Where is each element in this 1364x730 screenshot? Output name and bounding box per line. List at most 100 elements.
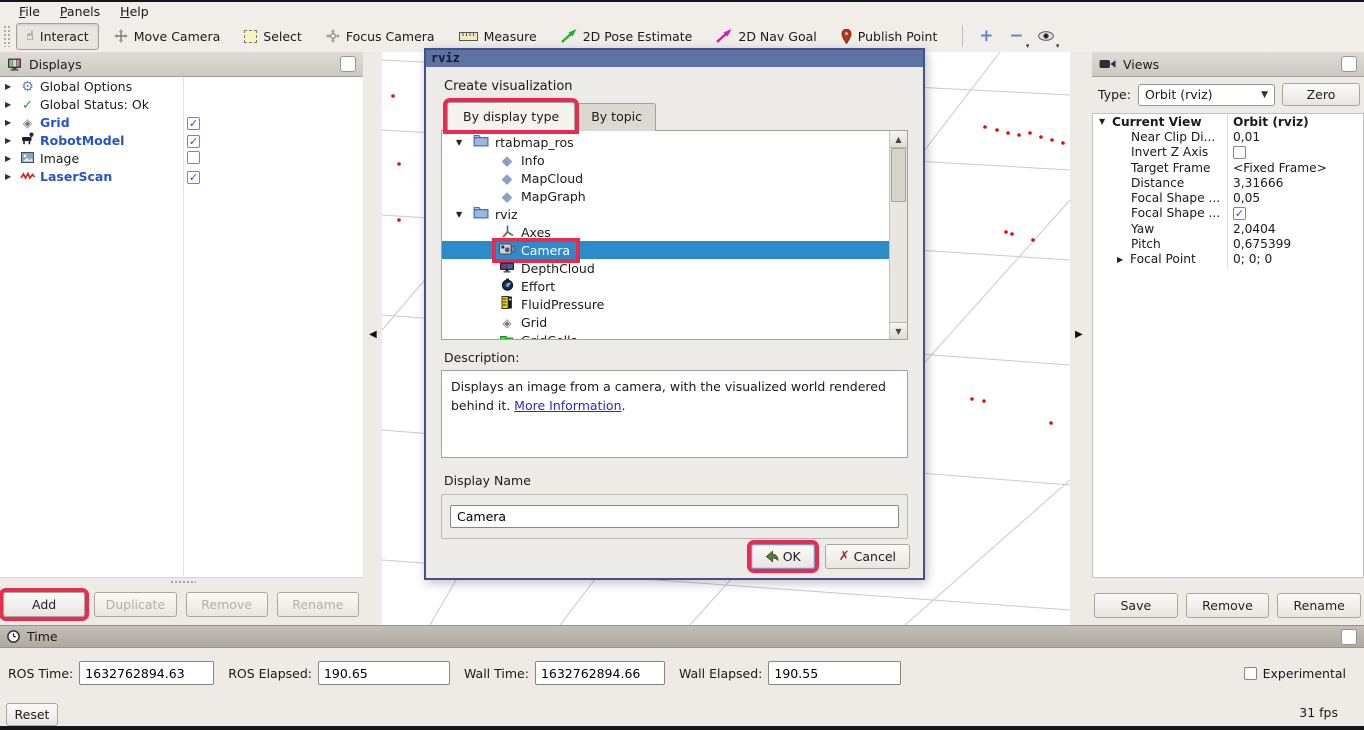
scroll-down-icon[interactable]: ▼ [890, 322, 907, 339]
view-property-row[interactable]: ▼Current ViewOrbit (rviz) [1093, 114, 1363, 129]
more-information-link[interactable]: More Information [514, 398, 621, 413]
view-property-row[interactable]: Distance3,31666 [1093, 175, 1363, 190]
property-checkbox[interactable] [1233, 146, 1246, 159]
time-field-label: ROS Time: [8, 666, 73, 681]
collapse-arrow-icon[interactable]: ▼ [1099, 117, 1112, 126]
property-checkbox[interactable]: ✓ [1233, 207, 1246, 220]
property-name: Invert Z Axis [1131, 145, 1208, 159]
display-tree-row[interactable]: ▶ RobotModel ✓ [0, 131, 363, 149]
tool-publish-point[interactable]: Publish Point [832, 24, 947, 49]
view-property-row[interactable]: Target Frame<Fixed Frame> [1093, 160, 1363, 175]
splitter-handle[interactable] [170, 580, 196, 585]
time-field-input[interactable] [535, 661, 665, 685]
view-property-row[interactable]: Focal Shape ...0,05 [1093, 190, 1363, 205]
collapse-arrow-icon[interactable]: ▼ [456, 138, 462, 147]
property-name: Yaw [1131, 222, 1154, 236]
property-value: <Fixed Frame> [1233, 161, 1327, 175]
tree-row-axes[interactable]: Axes [442, 223, 890, 241]
tree-row-rviz[interactable]: ▼rviz [442, 205, 890, 223]
display-enabled-checkbox[interactable]: ✓ [187, 135, 200, 148]
remove-view-button[interactable]: Remove [1186, 593, 1270, 618]
toolbar-drag-handle[interactable] [3, 25, 10, 47]
display-tree-row[interactable]: ▶⚙Global Options [0, 77, 363, 95]
remove-tool-icon: − [1009, 28, 1023, 45]
dropdown-caret-icon[interactable]: ▾ [1026, 42, 1030, 50]
display-tree-row[interactable]: ▶◈Grid✓ [0, 113, 363, 131]
view-property-row[interactable]: Invert Z Axis [1093, 145, 1363, 160]
tree-row-gridcells[interactable]: GridCells [442, 331, 890, 340]
tab-by-topic[interactable]: By topic [577, 103, 656, 131]
collapse-left-arrow-icon[interactable]: ◀ [369, 329, 377, 340]
toolbar-tool-visibility-button[interactable]: ▾ [1033, 24, 1059, 48]
time-field-input[interactable] [318, 661, 450, 685]
expand-arrow-icon[interactable]: ▶ [5, 154, 18, 163]
display-enabled-checkbox[interactable]: ✓ [187, 171, 200, 184]
time-field-input[interactable] [79, 661, 214, 685]
display-tree-row[interactable]: ▶ Image [0, 149, 363, 167]
save-view-button[interactable]: Save [1094, 593, 1178, 618]
tool-focus-camera[interactable]: Focus Camera [317, 24, 444, 49]
time-field-input[interactable] [768, 661, 901, 685]
display-item-label: RobotModel [40, 133, 124, 148]
expand-arrow-icon[interactable]: ▶ [5, 82, 18, 91]
time-panel-dock-box[interactable] [1341, 629, 1357, 645]
menu-item-file[interactable]: File [10, 3, 49, 20]
expand-arrow-icon[interactable]: ▶ [1117, 255, 1130, 264]
tool-2d-nav-goal[interactable]: 2D Nav Goal [707, 24, 825, 49]
ok-button[interactable]: OK [751, 544, 815, 569]
scroll-up-icon[interactable]: ▲ [890, 131, 907, 148]
expand-arrow-icon[interactable]: ▶ [5, 136, 18, 145]
expand-arrow-icon[interactable]: ▶ [5, 172, 18, 181]
display-name-input[interactable] [450, 505, 899, 528]
display-enabled-checkbox[interactable]: ✓ [187, 117, 200, 130]
toolbar-add-tool-button[interactable]: + [973, 24, 999, 48]
display-tree-row[interactable]: ▶✓Global Status: Ok [0, 95, 363, 113]
dialog-titlebar[interactable]: rviz [426, 50, 923, 67]
tree-row-depthcloud[interactable]: DepthCloud [442, 259, 890, 277]
scrollbar-thumb[interactable] [891, 148, 906, 202]
view-property-row[interactable]: Near Clip Di...0,01 [1093, 129, 1363, 144]
collapse-right-arrow-icon[interactable]: ▶ [1075, 329, 1083, 340]
tool-select[interactable]: Select [235, 24, 311, 49]
cancel-button[interactable]: ✗ Cancel [825, 544, 910, 569]
zero-button[interactable]: Zero [1282, 83, 1360, 106]
reset-button[interactable]: Reset [6, 703, 58, 726]
expand-arrow-icon[interactable]: ▶ [5, 118, 18, 127]
display-enabled-checkbox[interactable] [187, 151, 200, 164]
view-property-row[interactable]: Yaw2,0404 [1093, 221, 1363, 236]
view-property-row[interactable]: Pitch0,675399 [1093, 236, 1363, 251]
menu-item-panels[interactable]: Panels [51, 3, 109, 20]
tree-row-rtabmap_ros[interactable]: ▼rtabmap_ros [442, 133, 890, 151]
tree-row-fluidpressure[interactable]: FluidPressure [442, 295, 890, 313]
tree-row-mapcloud[interactable]: ◆MapCloud [442, 169, 890, 187]
experimental-checkbox[interactable] [1244, 667, 1257, 680]
views-panel-dock-box[interactable] [1341, 56, 1357, 72]
tab-by-display-type[interactable]: By display type [447, 102, 575, 130]
tool-interact[interactable]: ☝Interact [16, 23, 99, 50]
view-property-row[interactable]: ▶Focal Point0; 0; 0 [1093, 252, 1363, 267]
tool-measure[interactable]: Measure [450, 24, 546, 49]
display-tree-row[interactable]: ▶LaserScan✓ [0, 167, 363, 185]
tree-scrollbar[interactable]: ▲ ▼ [889, 131, 907, 339]
tree-row-info[interactable]: ◆Info [442, 151, 890, 169]
tree-row-camera[interactable]: Camera [442, 241, 890, 259]
tool-move-camera[interactable]: Move Camera [105, 24, 230, 49]
expand-arrow-icon[interactable]: ▶ [5, 100, 18, 109]
tree-row-effort[interactable]: Effort [442, 277, 890, 295]
tree-row-mapgraph[interactable]: ◆MapGraph [442, 187, 890, 205]
toolbar-remove-tool-button[interactable]: −▾ [1003, 24, 1029, 48]
dropdown-caret-icon[interactable]: ▾ [1056, 42, 1060, 50]
displays-panel-header: Displays [0, 52, 363, 77]
time-field-label: Wall Elapsed: [679, 666, 762, 681]
time-panel: Time ROS Time:ROS Elapsed:Wall Time:Wall… [0, 625, 1364, 695]
view-type-dropdown[interactable]: Orbit (rviz) ▼ [1138, 84, 1275, 106]
collapse-arrow-icon[interactable]: ▼ [456, 210, 462, 219]
rename-view-button[interactable]: Rename [1277, 593, 1361, 618]
displays-panel-dock-box[interactable] [340, 56, 356, 72]
menu-item-help[interactable]: Help [111, 3, 158, 20]
view-property-row[interactable]: Focal Shape ...✓ [1093, 206, 1363, 221]
tool-2d-pose-estimate[interactable]: 2D Pose Estimate [552, 24, 702, 49]
display-item-label: Image [40, 151, 79, 166]
tree-row-grid[interactable]: ◈Grid [442, 313, 890, 331]
add-button[interactable]: Add [3, 592, 85, 617]
